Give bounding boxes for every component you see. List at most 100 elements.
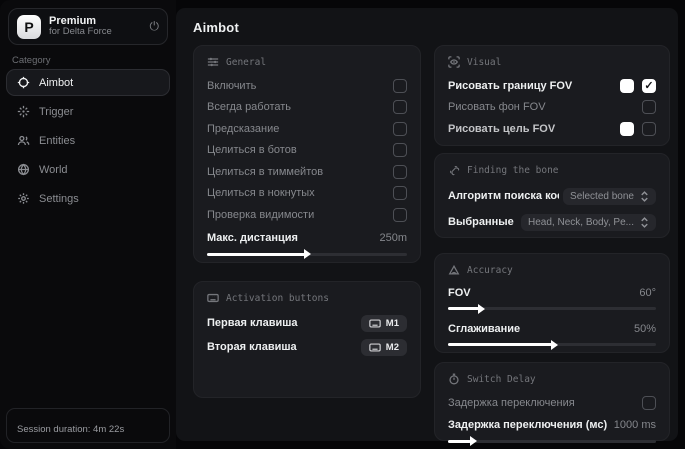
bone-card-header: Finding the bone xyxy=(448,164,656,176)
setting-row: Проверка видимости xyxy=(207,204,407,226)
setting-label: Целиться в тиммейтов xyxy=(207,165,324,178)
triangle-target-icon xyxy=(448,264,460,275)
slider-row: Сглаживание 50% xyxy=(448,319,656,338)
app-window: P Premium for Delta Force ⏻ Category Aim… xyxy=(0,0,685,449)
draw-fov-background-label: Рисовать фон FOV xyxy=(448,101,546,114)
sidebar-item-aimbot[interactable]: Aimbot xyxy=(6,69,170,96)
app-logo: P xyxy=(17,14,41,39)
max-distance-label: Макс. дистанция xyxy=(207,231,298,244)
smoothing-label: Сглаживание xyxy=(448,322,521,335)
setting-row: Рисовать цель FOV xyxy=(448,118,656,140)
second-key-value: M2 xyxy=(385,341,399,353)
second-key-label: Вторая клавиша xyxy=(207,341,297,353)
setting-row: Алгоритм поиска кост Selected bone xyxy=(448,183,656,209)
people-icon xyxy=(17,135,30,146)
fov-target-color-swatch[interactable] xyxy=(620,121,634,136)
sidebar-item-settings[interactable]: Settings xyxy=(6,185,170,212)
slider-fill xyxy=(207,249,311,259)
activation-buttons-card: Activation buttons Первая клавиша M1 Вто… xyxy=(193,281,421,398)
switch-delay-enable-label: Задержка переключения xyxy=(448,396,575,409)
session-duration-box: Session duration: 4m 22s xyxy=(6,408,170,443)
keyboard-icon xyxy=(207,293,219,303)
sliders-icon xyxy=(207,57,219,67)
draw-fov-border-checkbox[interactable]: ✓ xyxy=(642,78,656,93)
fov-border-color-swatch[interactable] xyxy=(620,78,634,93)
license-subtitle: for Delta Force xyxy=(49,26,112,38)
general-card: General Включить Всегда работать Предска… xyxy=(193,45,421,263)
keybind-row: Вторая клавиша M2 xyxy=(207,335,407,359)
setting-row: Рисовать фон FOV xyxy=(448,97,656,119)
slider-row: FOV 60° xyxy=(448,283,656,302)
switch-delay-slider[interactable] xyxy=(448,436,656,446)
target-knocked-checkbox[interactable] xyxy=(393,186,407,201)
switch-delay-card: Switch Delay Задержка переключения Задер… xyxy=(434,362,670,446)
general-card-title: General xyxy=(226,56,267,68)
smoothing-slider[interactable] xyxy=(448,339,656,350)
target-teammates-checkbox[interactable] xyxy=(393,164,407,179)
selected-bones-label: Выбранные кос xyxy=(448,216,517,228)
max-distance-slider[interactable] xyxy=(207,249,407,259)
switch-delay-enable-checkbox[interactable] xyxy=(642,395,656,410)
setting-label: Предсказание xyxy=(207,122,280,135)
setting-label: Проверка видимости xyxy=(207,208,315,221)
target-bots-checkbox[interactable] xyxy=(393,143,407,158)
general-card-header: General xyxy=(207,56,407,68)
keybind-row: Первая клавиша M1 xyxy=(207,311,407,335)
sidebar-item-label: World xyxy=(39,163,68,176)
draw-fov-target-label: Рисовать цель FOV xyxy=(448,122,556,135)
sidebar-item-entities[interactable]: Entities xyxy=(6,127,170,154)
visual-card-header: Visual xyxy=(448,56,656,68)
smoothing-value: 50% xyxy=(633,322,656,335)
setting-row: Целиться в нокнутых xyxy=(207,183,407,205)
first-key-value: M1 xyxy=(385,317,399,329)
switch-delay-card-title: Switch Delay xyxy=(467,373,536,385)
first-key-label: Первая клавиша xyxy=(207,317,298,329)
switch-delay-ms-value: 1000 ms xyxy=(613,419,656,431)
bone-algorithm-select[interactable]: Selected bone xyxy=(563,187,656,205)
fov-value: 60° xyxy=(639,286,656,299)
setting-row: Включить xyxy=(207,75,407,97)
fov-slider[interactable] xyxy=(448,303,656,314)
fov-label: FOV xyxy=(448,286,471,299)
enable-checkbox[interactable] xyxy=(393,78,407,93)
finding-bone-card: Finding the bone Алгоритм поиска кост Se… xyxy=(434,153,670,238)
second-key-button[interactable]: M2 xyxy=(360,338,407,356)
license-card: P Premium for Delta Force ⏻ xyxy=(8,8,168,45)
setting-row: Задержка переключения xyxy=(448,392,656,414)
always-work-checkbox[interactable] xyxy=(393,100,407,115)
slider-row: Задержка переключения (мс) 1000 ms xyxy=(448,416,656,435)
bone-card-title: Finding the bone xyxy=(467,164,559,176)
setting-row: Целиться в ботов xyxy=(207,140,407,162)
bone-algorithm-label: Алгоритм поиска кост xyxy=(448,190,560,202)
slider-row: Макс. дистанция 250m xyxy=(207,228,407,248)
draw-fov-background-checkbox[interactable] xyxy=(642,100,656,115)
sidebar-item-label: Settings xyxy=(39,192,79,205)
accuracy-card: Accuracy FOV 60° Сглаживание 50% xyxy=(434,253,670,353)
setting-row: Выбранные кос Head, Neck, Body, Pe... xyxy=(448,209,656,235)
slider-fill xyxy=(448,303,486,314)
visibility-check-checkbox[interactable] xyxy=(393,207,407,222)
selected-bones-select[interactable]: Head, Neck, Body, Pe... xyxy=(521,213,656,231)
selected-bones-value: Head, Neck, Body, Pe... xyxy=(528,216,634,228)
sidebar-item-trigger[interactable]: Trigger xyxy=(6,98,170,125)
sidebar-item-label: Entities xyxy=(39,134,76,147)
first-key-button[interactable]: M1 xyxy=(360,314,407,332)
visual-card-title: Visual xyxy=(467,56,502,68)
gear-icon xyxy=(18,193,29,204)
chevron-up-down-icon xyxy=(641,190,648,202)
bone-icon xyxy=(450,166,460,176)
sidebar-item-world[interactable]: World xyxy=(6,156,170,183)
setting-label: Всегда работать xyxy=(207,101,292,114)
switch-delay-ms-label: Задержка переключения (мс) xyxy=(448,419,608,431)
visual-card: Visual Рисовать границу FOV ✓ Рисовать ф… xyxy=(434,45,670,146)
switch-delay-card-header: Switch Delay xyxy=(448,373,656,385)
sidebar-item-label: Trigger xyxy=(39,105,74,118)
sidebar: P Premium for Delta Force ⏻ Category Aim… xyxy=(0,0,176,449)
draw-fov-target-checkbox[interactable] xyxy=(642,121,656,136)
power-icon[interactable]: ⏻ xyxy=(150,19,160,34)
prediction-checkbox[interactable] xyxy=(393,121,407,136)
crosshair-icon xyxy=(17,76,30,89)
activation-card-header: Activation buttons xyxy=(207,292,407,304)
activation-card-title: Activation buttons xyxy=(226,292,329,304)
row-controls: ✓ xyxy=(620,78,656,93)
